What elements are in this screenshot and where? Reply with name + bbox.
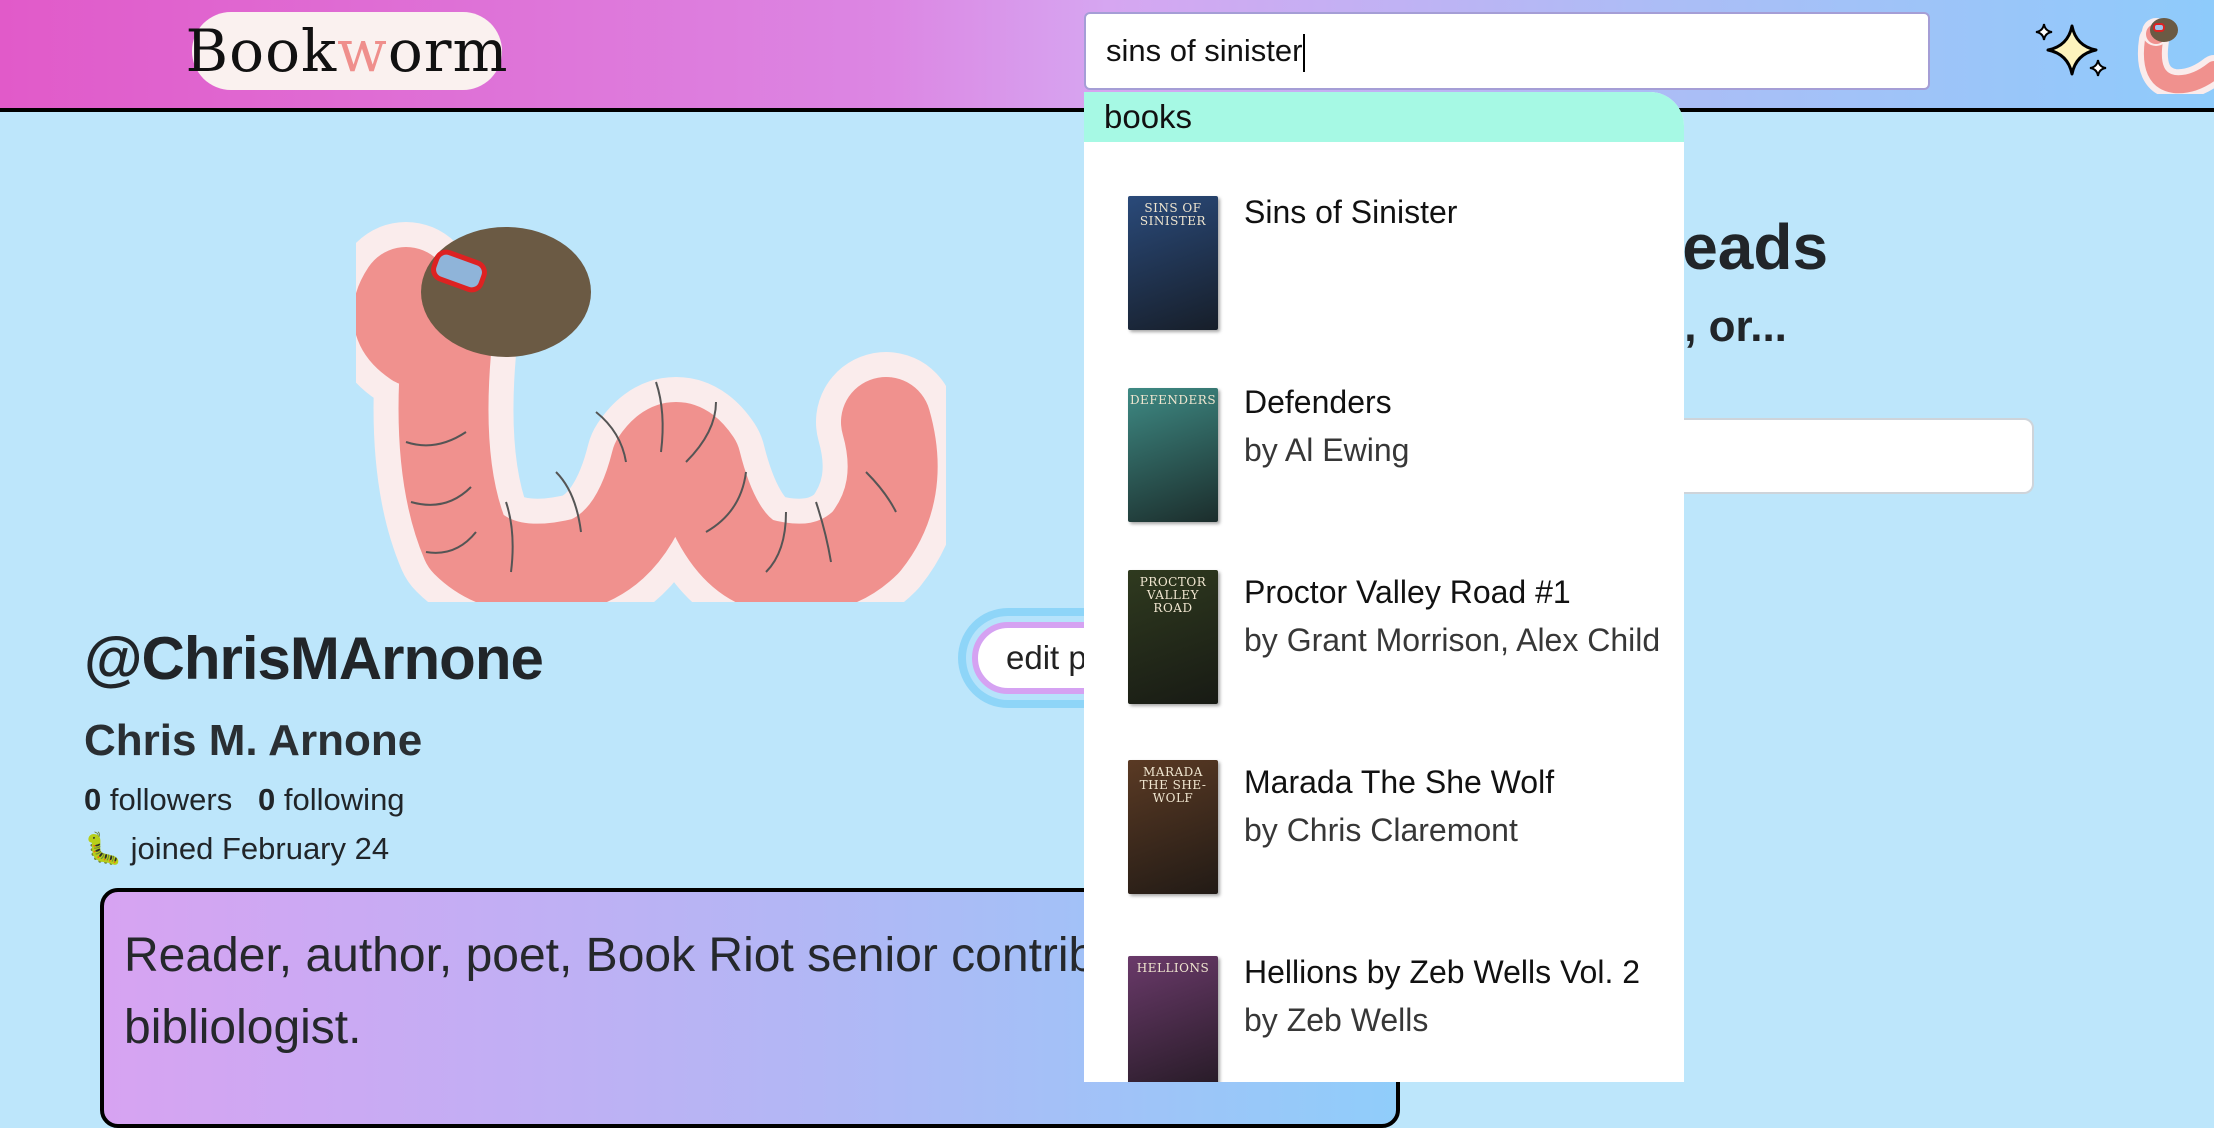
book-title[interactable]: Hellions by Zeb Wells Vol. 2: [1244, 954, 1640, 991]
results-section-books: books: [1084, 92, 1684, 142]
book-author: by Chris Claremont: [1244, 812, 1518, 848]
sparkle-small-right: [2089, 59, 2107, 77]
book-cover-image[interactable]: SINS OF SINISTER: [1128, 196, 1218, 330]
search-result-item[interactable]: PROCTOR VALLEY ROAD Proctor Valley Road #…: [1084, 550, 1684, 730]
book-cover-title: MARADA THE SHE-WOLF: [1139, 765, 1207, 805]
book-cover-title: HELLIONS: [1136, 961, 1210, 975]
followers-link[interactable]: 0 followers: [84, 782, 232, 817]
caterpillar-icon: 🐛: [84, 831, 123, 866]
search-input-value: sins of sinister: [1106, 33, 1303, 68]
book-cover-image[interactable]: HELLIONS: [1128, 956, 1218, 1082]
profile-username: @ChrisMArnone: [84, 625, 544, 692]
book-title[interactable]: Proctor Valley Road #1: [1244, 574, 1571, 611]
search-result-item[interactable]: DEFENDERS Defenders by Al Ewing: [1084, 360, 1684, 540]
text-caret: [1303, 33, 1306, 72]
sparkles-icon[interactable]: [2030, 20, 2114, 80]
search-results-dropdown: books SINS OF SINISTER Sins of Sinister DE…: [1084, 92, 1684, 1082]
sparkle-small-left: [2035, 23, 2053, 41]
profile-display-name: Chris M. Arnone: [84, 716, 423, 765]
book-cover-image[interactable]: DEFENDERS: [1128, 388, 1218, 522]
joined-text: joined February 24: [130, 830, 390, 866]
book-title[interactable]: Marada The She Wolf: [1244, 764, 1554, 801]
search-input[interactable]: sins of sinister: [1084, 12, 1930, 90]
search-result-item[interactable]: SINS OF SINISTER Sins of Sinister: [1084, 170, 1684, 350]
bookworm-logo[interactable]: Bookworm: [186, 12, 507, 90]
search-result-item[interactable]: MARADA THE SHE-WOLF Marada The She Wolf by…: [1084, 740, 1684, 920]
book-cover-image[interactable]: MARADA THE SHE-WOLF: [1128, 760, 1218, 894]
joined-date: 🐛 joined February 24: [84, 830, 389, 867]
sparkle-large: [2046, 24, 2098, 76]
book-cover-image[interactable]: PROCTOR VALLEY ROAD: [1128, 570, 1218, 704]
book-author: by Zeb Wells: [1244, 1002, 1429, 1038]
search-result-item[interactable]: HELLIONS Hellions by Zeb Wells Vol. 2 by Z…: [1084, 930, 1684, 1082]
book-cover-title: DEFENDERS: [1129, 393, 1217, 407]
book-cover-title: PROCTOR VALLEY ROAD: [1139, 575, 1207, 615]
follow-stats: 0 followers 0 following: [84, 782, 405, 818]
book-title[interactable]: Defenders: [1244, 384, 1392, 421]
profile-avatar-worm: [356, 222, 946, 602]
user-avatar-worm[interactable]: [2134, 10, 2214, 94]
book-title[interactable]: Sins of Sinister: [1244, 194, 1457, 231]
following-link[interactable]: 0 following: [258, 782, 405, 817]
book-cover-title: SINS OF SINISTER: [1139, 201, 1207, 228]
book-author: by Grant Morrison, Alex Child: [1244, 622, 1661, 658]
worm-hair: [421, 227, 591, 357]
logo-text: Bookworm: [185, 17, 509, 85]
book-author: by Al Ewing: [1244, 432, 1410, 468]
